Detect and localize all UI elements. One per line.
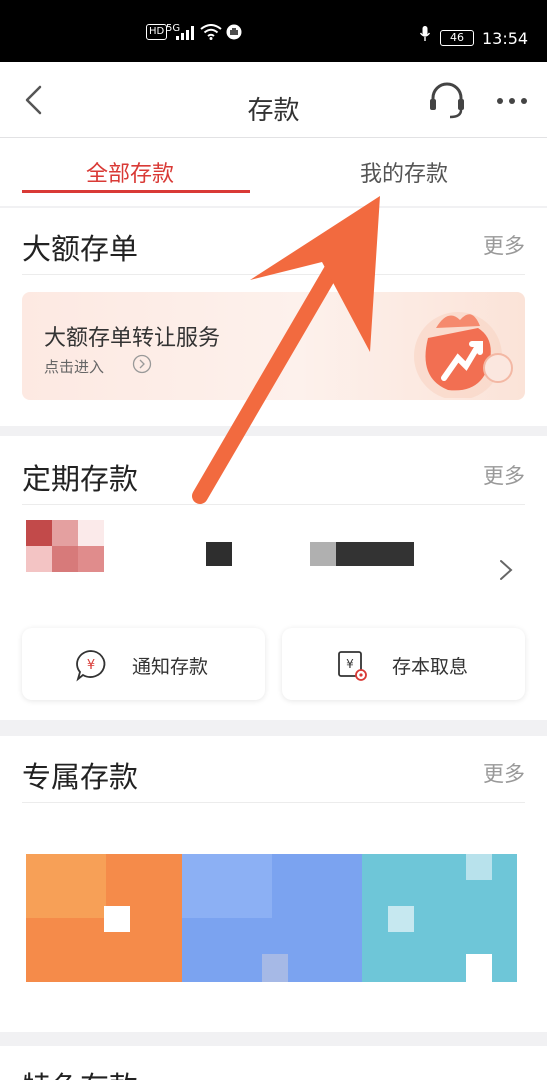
tab-all-deposits[interactable]: 全部存款 <box>86 156 174 188</box>
tab-my-deposits[interactable]: 我的存款 <box>360 156 448 188</box>
card-label: 存本取息 <box>392 656 469 678</box>
nav-header: 存款 <box>0 62 547 138</box>
section-title: 定期存款 <box>22 462 139 496</box>
principal-interest-button[interactable]: ¥ 存本取息 <box>282 628 525 700</box>
banner-title: 大额存单转让服务 <box>44 326 221 351</box>
yen-chat-icon: ¥ <box>76 650 106 682</box>
svg-text:¥: ¥ <box>87 658 95 673</box>
divider <box>22 802 525 803</box>
section-title: 大额存单 <box>22 232 139 266</box>
active-tab-indicator <box>22 190 250 193</box>
more-link[interactable]: 更多 <box>483 230 525 260</box>
wifi-icon <box>200 24 222 40</box>
more-icon[interactable] <box>496 96 528 106</box>
cd-transfer-banner[interactable]: 大额存单转让服务 点击进入 <box>22 292 525 400</box>
section-exclusive-deposit: 专属存款 更多 <box>0 736 547 1032</box>
svg-text:¥: ¥ <box>346 657 354 671</box>
clock: 13:54 <box>482 29 529 48</box>
section-large-cd: 大额存单 更多 大额存单转让服务 点击进入 <box>0 208 547 426</box>
divider <box>22 274 525 275</box>
more-link[interactable]: 更多 <box>483 460 525 490</box>
headset-icon[interactable] <box>428 80 466 120</box>
pixelated-product-rate <box>26 520 104 572</box>
pixelated-exclusive-banner[interactable] <box>26 854 517 982</box>
battery-icon: 46 <box>440 30 474 46</box>
deposit-tabs: 全部存款 我的存款 <box>0 138 547 206</box>
more-link[interactable]: 更多 <box>483 758 525 788</box>
hd-badge: HD <box>146 24 168 40</box>
yen-deposit-icon: ¥ <box>338 651 367 681</box>
section-fixed-deposit: 定期存款 更多 ¥ 通知存款 ¥ 存本取息 <box>0 436 547 720</box>
fixed-deposit-product-row[interactable] <box>0 506 547 602</box>
chevron-right-icon <box>500 560 513 580</box>
pixelated-product-term <box>206 542 232 566</box>
section-special-deposit: 特色存款 <box>0 1046 547 1080</box>
section-title: 特色存款 <box>22 1064 138 1080</box>
money-bag-illustration <box>414 312 513 398</box>
divider <box>22 504 525 505</box>
notice-deposit-button[interactable]: ¥ 通知存款 <box>22 628 265 700</box>
signal-icon <box>176 26 194 40</box>
circle-arrow-icon <box>132 354 152 374</box>
status-bar: HD 5G 46 13:54 <box>0 0 547 62</box>
mic-icon <box>420 26 430 41</box>
card-label: 通知存款 <box>132 656 209 678</box>
section-title: 专属存款 <box>22 760 139 794</box>
banner-subtitle: 点击进入 <box>44 358 105 376</box>
gesture-icon <box>226 24 242 40</box>
pixelated-product-amount <box>310 542 414 566</box>
